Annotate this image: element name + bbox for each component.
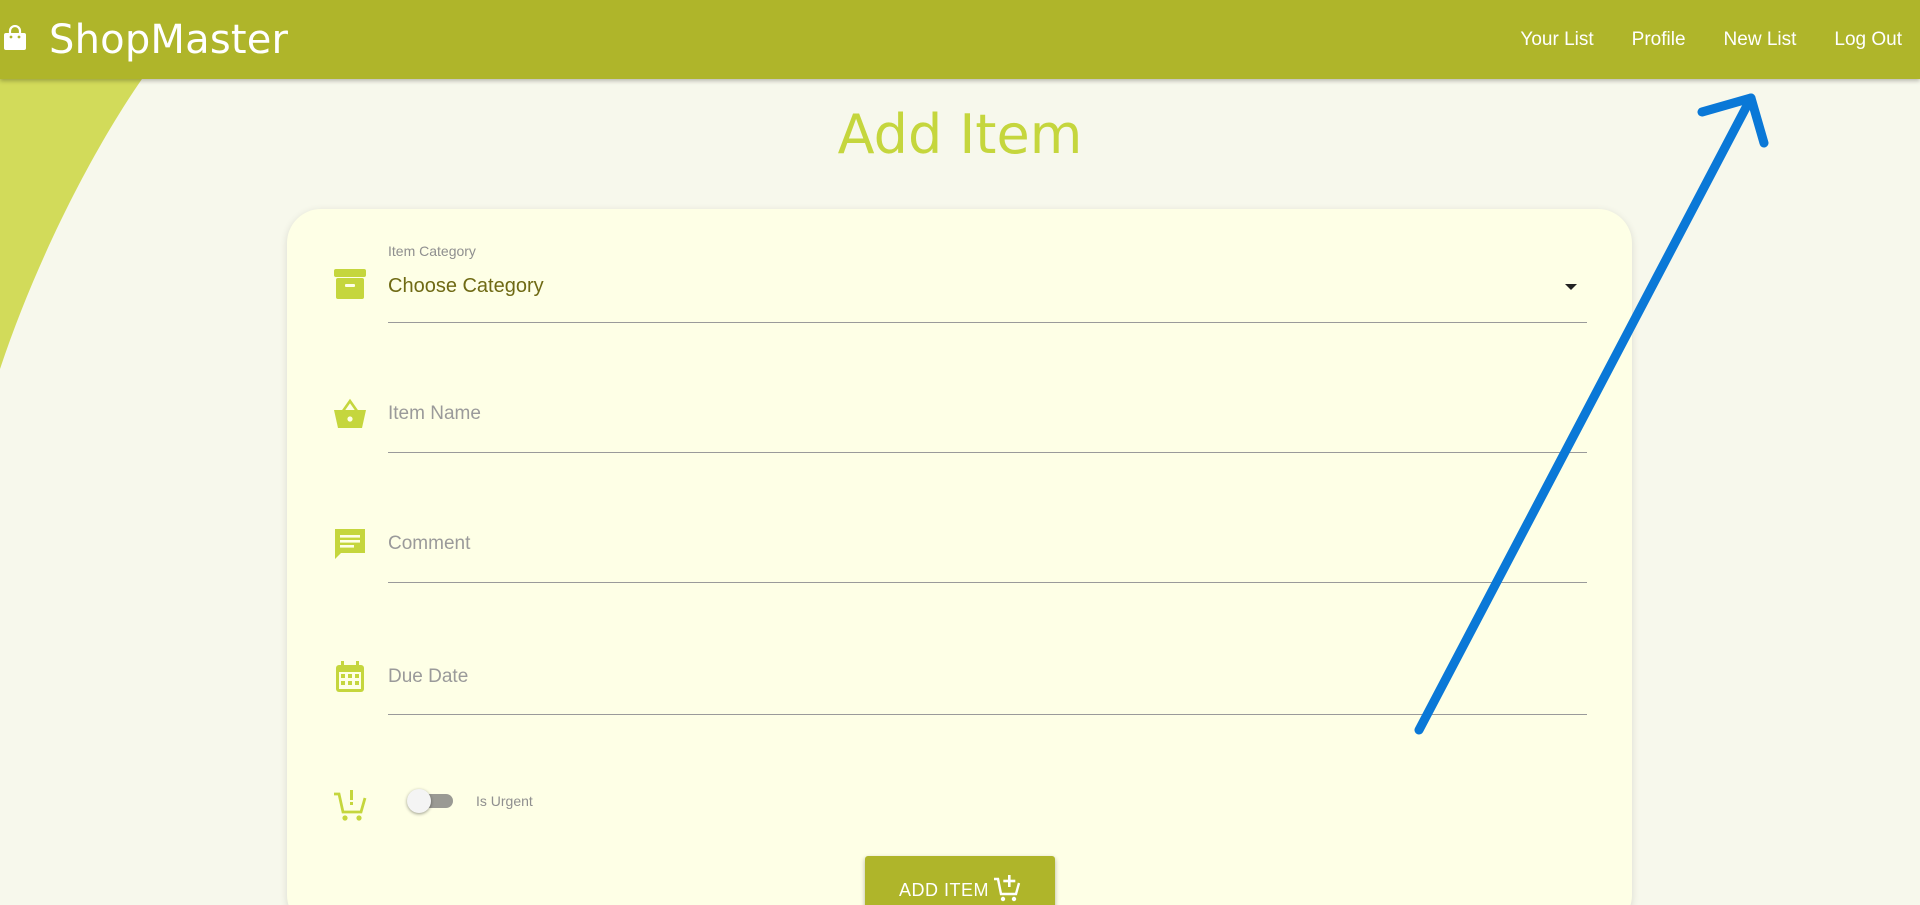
is-urgent-toggle[interactable]: [407, 786, 453, 816]
nav-link-your-list[interactable]: Your List: [1520, 29, 1593, 51]
nav-link-new-list[interactable]: New List: [1724, 29, 1797, 51]
category-label: Item Category: [388, 243, 476, 259]
add-item-button[interactable]: ADD ITEM: [865, 856, 1055, 905]
due-date-placeholder: Due Date: [388, 666, 469, 687]
shopping-bag-icon[interactable]: [3, 25, 27, 51]
add-to-cart-icon: [994, 875, 1021, 902]
app-title[interactable]: ShopMaster: [49, 16, 288, 64]
due-date-input[interactable]: Due Date: [388, 660, 1587, 715]
is-urgent-label: Is Urgent: [476, 793, 533, 809]
calendar-icon: [336, 661, 364, 692]
cart-urgent-icon: [334, 790, 367, 821]
archive-box-icon: [334, 269, 366, 299]
toggle-thumb: [407, 789, 431, 813]
item-name-input[interactable]: Item Name: [388, 397, 1587, 453]
nav-link-profile[interactable]: Profile: [1632, 29, 1686, 51]
add-item-button-label: ADD ITEM: [898, 880, 989, 900]
add-item-form-card: Item Category Choose Category Item Name: [287, 209, 1632, 905]
nav-links: Your List Profile New List Log Out: [1520, 0, 1920, 79]
comment-icon: [335, 529, 365, 559]
item-name-placeholder: Item Name: [388, 403, 481, 424]
nav-link-log-out[interactable]: Log Out: [1834, 29, 1902, 51]
basket-icon: [334, 398, 366, 428]
comment-placeholder: Comment: [388, 533, 471, 554]
category-select-value: Choose Category: [388, 275, 544, 297]
comment-input[interactable]: Comment: [388, 527, 1587, 583]
category-select[interactable]: Choose Category: [388, 267, 1587, 323]
page-title: Add Item: [837, 103, 1083, 166]
caret-down-icon: [1565, 284, 1577, 290]
top-navbar: ShopMaster Your List Profile New List Lo…: [0, 0, 1920, 79]
page: ShopMaster Your List Profile New List Lo…: [0, 0, 1920, 905]
